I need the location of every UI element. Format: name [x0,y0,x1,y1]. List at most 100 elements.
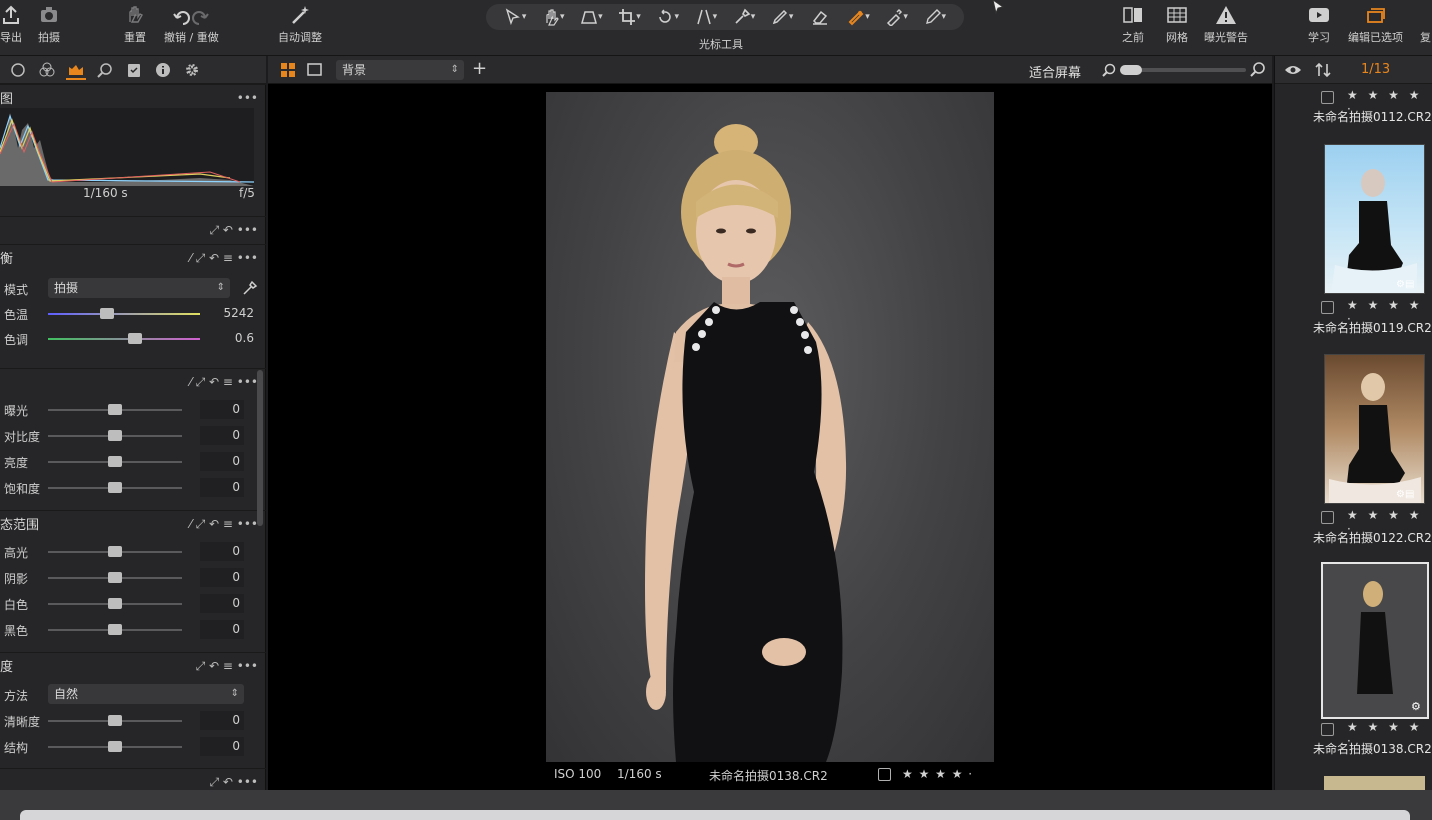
exposure-value[interactable]: 0 [200,426,244,445]
zoom-out-icon[interactable] [1102,63,1116,77]
zoom-slider[interactable] [1120,65,1246,75]
hdr-value[interactable]: 0 [200,594,244,613]
crop-tool[interactable]: ▾ [613,6,647,28]
brush-tool[interactable]: ▾ [765,6,799,28]
exposure-slider[interactable] [48,404,182,415]
wb-temp-thumb[interactable] [100,308,115,319]
rotate-tool[interactable]: ▾ [651,6,685,28]
exposure-slider[interactable] [48,456,182,467]
zoom-in-icon[interactable] [1250,62,1265,77]
hdr-slider[interactable] [48,624,182,635]
auto-adjust-button[interactable]: 自动调整 [278,4,322,45]
white-balance-header[interactable]: 衡 ⁄ ⤢ ↶ ≡ ••• [0,244,266,270]
tab-exposure[interactable] [66,60,86,80]
clarity-value[interactable]: 0 [200,737,244,756]
clarity-slider[interactable] [48,715,182,726]
clarity-header[interactable]: 度 ⤢ ↶ ≡ ••• [0,652,266,678]
item-thumbnail[interactable]: ⚙▤ [1324,354,1425,504]
hdr-value[interactable]: 0 [200,542,244,561]
wb-picker-icon[interactable] [242,280,258,296]
reset-button[interactable]: 重置 [124,4,146,45]
next-thumbnail-partial[interactable] [1324,776,1425,790]
item-checkbox[interactable] [1321,91,1334,104]
spot-removal-tool[interactable]: ▾ [841,6,875,28]
viewer-rating[interactable]: ★ ★ ★ ★ · [902,767,973,781]
viewer-select-checkbox[interactable] [878,768,891,781]
item-thumbnail[interactable]: ⚙▤ [1324,144,1425,294]
main-photo[interactable] [546,92,994,762]
wb-tint-value[interactable]: 0.6 [212,329,258,348]
clarity-method-select[interactable]: 自然 ⇕ [48,684,244,704]
hdr-thumb[interactable] [108,624,122,635]
wb-tint-thumb[interactable] [127,333,142,344]
wb-temp-value[interactable]: 5242 [212,304,258,323]
exposure-slider[interactable] [48,430,182,441]
clarity-thumb[interactable] [108,741,122,752]
exposure-thumb[interactable] [108,482,122,493]
grid-view-icon[interactable] [281,63,295,77]
learn-button[interactable]: 学习 [1308,4,1330,45]
variant-select[interactable]: 背景 ⇕ [336,60,464,80]
hdr-slider[interactable] [48,598,182,609]
exposure-value[interactable]: 0 [200,478,244,497]
histogram-footer-controls[interactable]: ⤢ ↶ ••• [209,223,258,238]
exposure-slider[interactable] [48,482,182,493]
wb-mode-select[interactable]: 拍摄 ⇕ [48,278,230,298]
hdr-slider[interactable] [48,546,182,557]
wb-temp-slider[interactable] [48,308,200,319]
exposure-thumb[interactable] [108,456,122,467]
hdr-thumb[interactable] [108,598,122,609]
histogram-header[interactable]: 图 ••• [0,84,266,110]
exposure-thumb[interactable] [108,404,122,415]
capture-button[interactable]: 拍摄 [38,4,60,45]
exposure-value[interactable]: 0 [200,452,244,471]
tab-settings[interactable] [182,60,202,80]
item-checkbox[interactable] [1321,511,1334,524]
hdr-thumb[interactable] [108,572,122,583]
pan-tool[interactable]: ▾ [536,6,570,28]
keystone-tool[interactable]: ▾ [574,6,608,28]
single-view-icon[interactable] [307,63,322,76]
annotate-tool[interactable]: ▾ [918,6,952,28]
eye-icon[interactable] [1284,64,1302,76]
fit-screen-label[interactable]: 适合屏幕 [1029,62,1081,81]
hdr-value[interactable]: 0 [200,620,244,639]
histogram-more-icon[interactable]: ••• [237,91,258,105]
tab-color[interactable] [37,60,57,80]
sort-icon[interactable] [1315,62,1331,78]
hdr-header[interactable]: 态范围 ⁄ ⤢ ↶ ≡ ••• [0,510,266,536]
white-balance-controls[interactable]: ⁄ ⤢ ↶ ≡ ••• [190,251,258,266]
tab-adjustments[interactable] [124,60,144,80]
perspective-tool[interactable]: ▾ [689,6,723,28]
exposure-controls[interactable]: ⁄ ⤢ ↶ ≡ ••• [190,375,258,390]
zoom-slider-thumb[interactable] [1120,65,1142,75]
clarity-value[interactable]: 0 [200,711,244,730]
clarity-slider[interactable] [48,741,182,752]
add-icon[interactable]: + [472,58,487,79]
before-button[interactable]: 之前 [1122,4,1144,45]
picker-tool[interactable]: ▾ [727,6,761,28]
hdr-thumb[interactable] [108,546,122,557]
item-thumbnail[interactable]: ⚙ [1321,562,1429,719]
item-checkbox[interactable] [1321,301,1334,314]
clarity-controls[interactable]: ⤢ ↶ ≡ ••• [196,659,258,674]
hdr-value[interactable]: 0 [200,568,244,587]
export-button[interactable]: 导出 [0,4,24,45]
next-section-controls[interactable]: ⤢ ↶ ••• [209,775,258,790]
edit-selected-button[interactable]: 编辑已选项 [1348,4,1403,45]
item-checkbox[interactable] [1321,723,1334,736]
tab-metadata[interactable] [153,60,173,80]
undo-redo-button[interactable]: 撤销 / 重做 [164,4,219,45]
exposure-value[interactable]: 0 [200,400,244,419]
tab-details[interactable] [95,60,115,80]
wb-tint-slider[interactable] [48,333,200,344]
left-panel-scrollbar[interactable] [257,370,263,526]
exposure-warning-button[interactable]: 曝光警告 [1204,4,1248,45]
tab-library[interactable] [8,60,28,80]
exposure-header[interactable]: ⁄ ⤢ ↶ ≡ ••• [0,368,266,394]
select-cursor-tool[interactable]: ▾ [498,6,532,28]
grid-button[interactable]: 网格 [1166,4,1188,45]
eraser-tool[interactable] [803,6,837,28]
hdr-slider[interactable] [48,572,182,583]
copy-button[interactable]: 复 [1420,29,1431,45]
